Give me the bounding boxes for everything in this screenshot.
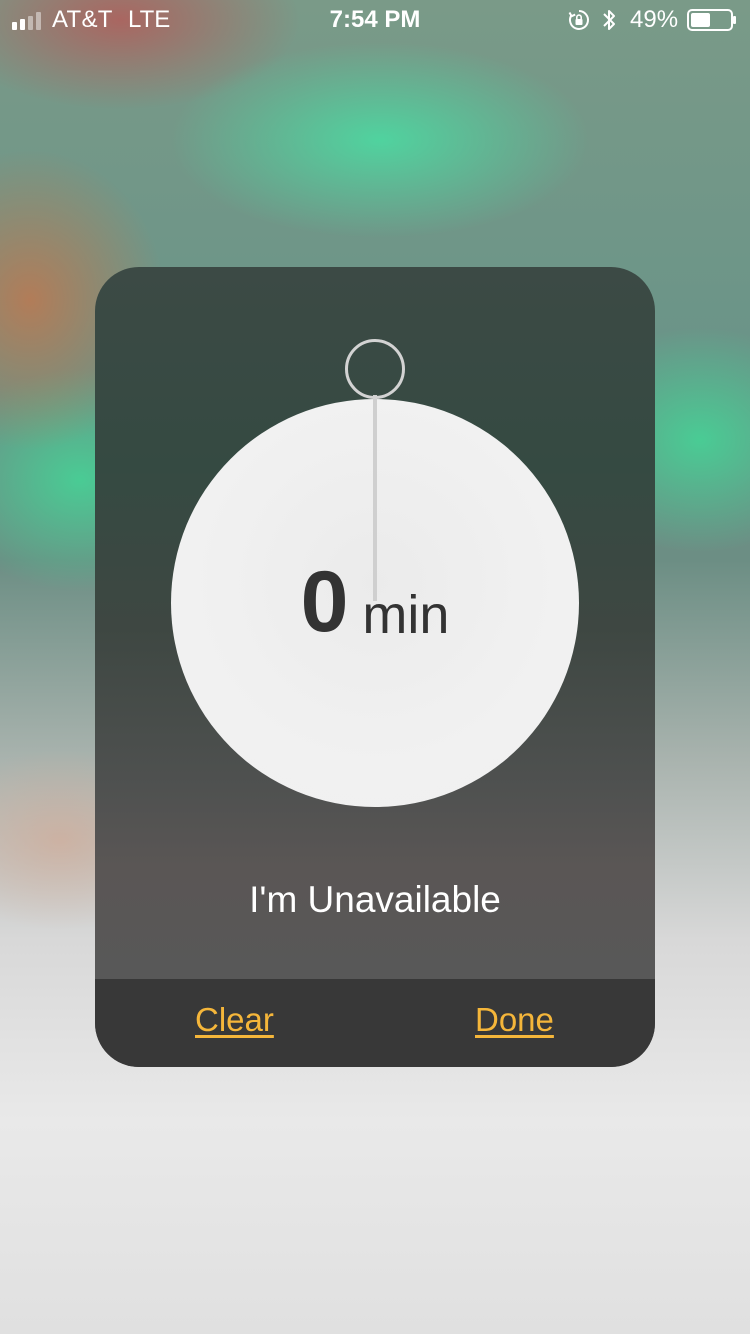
dialog-body: 0 min I'm Unavailable — [95, 267, 655, 979]
screen: AT&T LTE 7:54 PM 49% 0 min I'm Unavailab… — [0, 0, 750, 1334]
status-label: I'm Unavailable — [249, 879, 501, 920]
battery-icon — [687, 9, 736, 31]
dial-drag-handle[interactable] — [345, 339, 405, 399]
dial-readout: 0 min — [171, 399, 579, 807]
done-button[interactable]: Done — [475, 1001, 554, 1039]
battery-percent: 49% — [630, 6, 679, 33]
dial-value: 0 — [300, 553, 349, 650]
unavailable-dialog: 0 min I'm Unavailable Clear Done — [95, 267, 655, 1067]
dialog-footer: Clear Done — [95, 979, 655, 1067]
status-bar: AT&T LTE 7:54 PM 49% — [0, 0, 750, 40]
bluetooth-icon — [603, 10, 615, 30]
orientation-lock-icon — [568, 10, 589, 30]
clear-button[interactable]: Clear — [195, 1001, 274, 1039]
dial-unit: min — [362, 585, 450, 645]
